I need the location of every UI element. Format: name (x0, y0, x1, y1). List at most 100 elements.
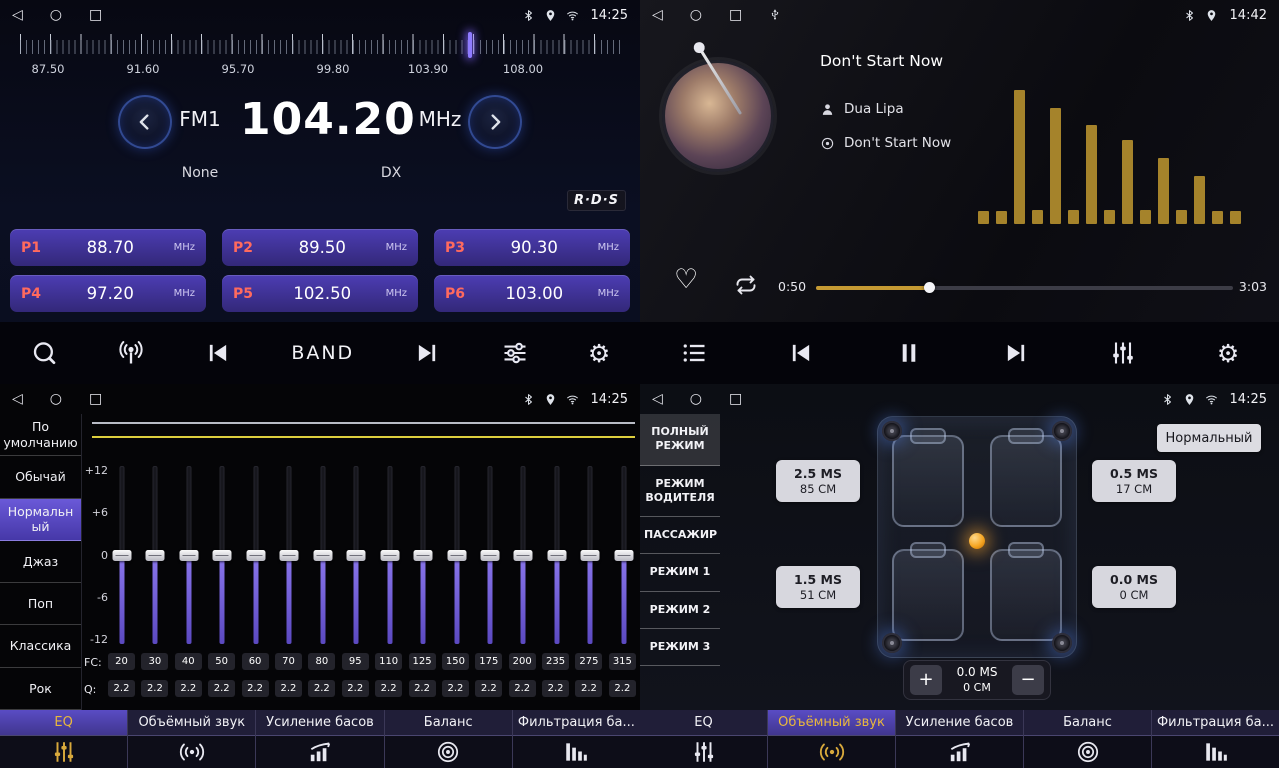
recents-button[interactable]: □ (729, 8, 742, 22)
sound-mode-item[interactable]: ПОЛНЫЙ РЕЖИМ (640, 414, 720, 466)
eq-band-slider[interactable] (145, 466, 165, 644)
back-button[interactable]: ◁ (12, 392, 23, 406)
tune-down-button[interactable] (118, 95, 172, 149)
previous-track-icon[interactable] (787, 339, 815, 367)
eq-band-slider[interactable] (513, 466, 533, 644)
delay-button-rear-left[interactable]: 1.5 MS 51 CM (776, 566, 860, 608)
recents-button[interactable]: □ (729, 392, 742, 406)
eq-slider-handle[interactable] (514, 550, 533, 561)
eq-slider-handle[interactable] (614, 550, 633, 561)
eq-slider-handle[interactable] (414, 550, 433, 561)
eq-slider-handle[interactable] (447, 550, 466, 561)
delay-decrease-button[interactable]: − (1012, 665, 1044, 695)
eq-band-slider[interactable] (279, 466, 299, 644)
eq-slider-handle[interactable] (347, 550, 366, 561)
tune-up-button[interactable] (468, 95, 522, 149)
next-station-icon[interactable] (413, 339, 441, 367)
eq-band-slider[interactable] (346, 466, 366, 644)
eq-slider-handle[interactable] (246, 550, 265, 561)
speaker-rear-left-icon[interactable] (882, 633, 902, 653)
eq-band-slider[interactable] (547, 466, 567, 644)
radio-preset-button[interactable]: P289.50MHz (222, 229, 418, 266)
tab-balance[interactable]: Баланс (385, 710, 513, 768)
normal-preset-button[interactable]: Нормальный (1157, 424, 1261, 452)
eq-band-slider[interactable] (179, 466, 199, 644)
eq-preset-item[interactable]: Джаз (0, 541, 81, 583)
eq-slider-handle[interactable] (313, 550, 332, 561)
eq-slider-handle[interactable] (113, 550, 132, 561)
radio-preset-button[interactable]: P5102.50MHz (222, 275, 418, 312)
eq-band-slider[interactable] (380, 466, 400, 644)
speaker-front-right-icon[interactable] (1052, 421, 1072, 441)
eq-band-slider[interactable] (112, 466, 132, 644)
sound-mode-item[interactable]: РЕЖИМ 2 (640, 592, 720, 629)
eq-preset-item[interactable]: Поп (0, 583, 81, 625)
eq-slider-handle[interactable] (146, 550, 165, 561)
home-button[interactable]: ○ (690, 8, 702, 22)
eq-preset-item[interactable]: Рок (0, 668, 81, 710)
frequency-scale[interactable]: 87.5091.6095.7099.80103.90108.00 (0, 32, 640, 82)
eq-band-slider[interactable] (413, 466, 433, 644)
eq-slider-handle[interactable] (213, 550, 232, 561)
scan-icon[interactable] (30, 339, 58, 367)
previous-station-icon[interactable] (204, 339, 232, 367)
progress-bar[interactable] (816, 286, 1233, 290)
audio-settings-icon[interactable] (501, 339, 529, 367)
home-button[interactable]: ○ (690, 392, 702, 406)
tab-balance[interactable]: Баланс (1024, 710, 1152, 768)
radio-preset-button[interactable]: P497.20MHz (10, 275, 206, 312)
sound-mode-item[interactable]: РЕЖИМ 1 (640, 554, 720, 591)
mixer-faders-icon[interactable] (1109, 339, 1137, 367)
pause-icon[interactable] (895, 339, 923, 367)
eq-band-slider[interactable] (313, 466, 333, 644)
eq-band-slider[interactable] (480, 466, 500, 644)
listening-position-ball[interactable] (969, 533, 985, 549)
back-button[interactable]: ◁ (652, 8, 663, 22)
sound-mode-item[interactable]: РЕЖИМ 3 (640, 629, 720, 666)
recents-button[interactable]: □ (89, 392, 102, 406)
band-button[interactable]: BAND (291, 342, 354, 364)
tab-bass-boost[interactable]: Усиление басов (896, 710, 1024, 768)
eq-preset-item[interactable]: Классика (0, 625, 81, 667)
playlist-icon[interactable] (680, 339, 708, 367)
radio-preset-button[interactable]: P390.30MHz (434, 229, 630, 266)
eq-band-slider[interactable] (580, 466, 600, 644)
eq-preset-item[interactable]: По умолчанию (0, 414, 81, 456)
eq-slider-handle[interactable] (480, 550, 499, 561)
delay-increase-button[interactable]: + (910, 665, 942, 695)
tab-bass-boost[interactable]: Усиление басов (256, 710, 384, 768)
recents-button[interactable]: □ (89, 8, 102, 22)
next-track-icon[interactable] (1002, 339, 1030, 367)
back-button[interactable]: ◁ (12, 8, 23, 22)
eq-band-slider[interactable] (447, 466, 467, 644)
tab-eq[interactable]: EQ (640, 710, 768, 768)
tab-surround[interactable]: Объёмный звук (768, 710, 896, 768)
tab-filter[interactable]: Фильтрация ба... (513, 710, 640, 768)
delay-button-front-right[interactable]: 0.5 MS 17 CM (1092, 460, 1176, 502)
delay-button-rear-right[interactable]: 0.0 MS 0 CM (1092, 566, 1176, 608)
antenna-broadcast-icon[interactable] (117, 339, 145, 367)
eq-slider-handle[interactable] (179, 550, 198, 561)
speaker-rear-right-icon[interactable] (1052, 633, 1072, 653)
eq-slider-handle[interactable] (581, 550, 600, 561)
eq-slider-handle[interactable] (280, 550, 299, 561)
radio-preset-button[interactable]: P188.70MHz (10, 229, 206, 266)
speaker-front-left-icon[interactable] (882, 421, 902, 441)
radio-preset-button[interactable]: P6103.00MHz (434, 275, 630, 312)
eq-preset-item[interactable]: Нормальный (0, 499, 81, 541)
delay-button-front-left[interactable]: 2.5 MS 85 CM (776, 460, 860, 502)
home-button[interactable]: ○ (50, 392, 62, 406)
eq-band-slider[interactable] (212, 466, 232, 644)
eq-preset-item[interactable]: Обычай (0, 456, 81, 498)
tab-eq[interactable]: EQ (0, 710, 128, 768)
eq-band-slider[interactable] (614, 466, 634, 644)
sound-mode-item[interactable]: ПАССАЖИР (640, 517, 720, 554)
tab-surround[interactable]: Объёмный звук (128, 710, 256, 768)
eq-band-slider[interactable] (246, 466, 266, 644)
tab-filter[interactable]: Фильтрация ба... (1152, 710, 1279, 768)
gear-icon[interactable]: ⚙ (1217, 341, 1239, 366)
favorite-heart-icon[interactable]: ♡ (674, 266, 698, 293)
sound-mode-item[interactable]: РЕЖИМ ВОДИТЕЛЯ (640, 466, 720, 518)
eq-slider-handle[interactable] (380, 550, 399, 561)
eq-slider-handle[interactable] (547, 550, 566, 561)
